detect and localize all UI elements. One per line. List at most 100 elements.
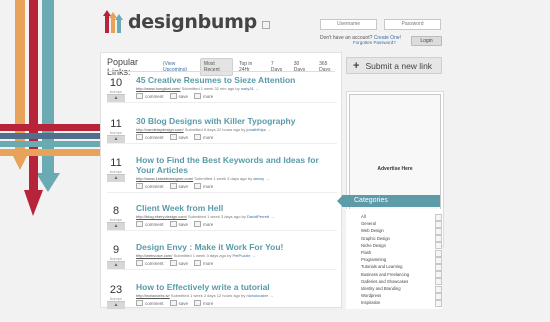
- author-link[interactable]: rusty31: [241, 86, 254, 91]
- save-action[interactable]: save: [169, 300, 188, 306]
- category-checkbox[interactable]: [435, 256, 442, 264]
- submit-link-button[interactable]: + Submit a new link: [346, 57, 442, 74]
- password-input[interactable]: Password: [384, 19, 441, 30]
- comment-label: comment: [145, 300, 164, 306]
- category-item[interactable]: Flash: [361, 250, 371, 255]
- more-label: more: [203, 93, 214, 99]
- save-action[interactable]: save: [169, 260, 188, 266]
- more-label: more: [203, 134, 214, 140]
- site-logo[interactable]: designbump: [103, 9, 270, 35]
- category-checkbox[interactable]: [435, 213, 442, 221]
- category-item[interactable]: Identity and Branding: [361, 286, 401, 291]
- more-action[interactable]: more: [194, 134, 213, 140]
- comment-label: comment: [145, 260, 164, 266]
- forgot-password-link[interactable]: Forgotten Password?: [353, 40, 396, 45]
- save-icon: [169, 221, 177, 227]
- vote-box: 11 bumps ▲: [107, 155, 125, 182]
- link-actions: comment save more: [136, 260, 213, 266]
- link-title[interactable]: 45 Creative Resumes to Sieze Attention: [136, 75, 336, 85]
- category-item[interactable]: Galleries and Showcases: [361, 279, 408, 284]
- category-checkbox[interactable]: [435, 242, 442, 250]
- category-checkbox[interactable]: [435, 220, 442, 228]
- tab-30-days[interactable]: 30 Days: [291, 59, 313, 75]
- save-action[interactable]: save: [169, 183, 188, 189]
- link-title[interactable]: 30 Blog Designs with Killer Typography: [136, 116, 336, 126]
- tab-most-recent[interactable]: Most Recent: [199, 58, 233, 76]
- comment-action[interactable]: comment: [136, 260, 164, 266]
- category-item[interactable]: Niche Design: [361, 243, 386, 248]
- link-actions: comment save more: [136, 300, 213, 306]
- category-checkbox[interactable]: [435, 235, 442, 243]
- comment-action[interactable]: comment: [136, 134, 164, 140]
- bump-button[interactable]: ▲: [107, 135, 125, 143]
- comment-icon: [136, 93, 143, 99]
- tab-top-24hr[interactable]: Top in 24Hr: [236, 59, 265, 75]
- link-actions: comment save more: [136, 183, 213, 189]
- more-action[interactable]: more: [194, 300, 213, 306]
- category-checkbox[interactable]: [435, 285, 442, 293]
- category-item[interactable]: Inspiration: [361, 300, 380, 305]
- category-item[interactable]: Programming: [361, 257, 386, 262]
- tab-7-days[interactable]: 7 Days: [268, 59, 288, 75]
- link-url[interactable]: http://webvoice.com/: [136, 253, 172, 258]
- decorative-ribbon-arrows: [0, 0, 100, 216]
- category-checkbox[interactable]: [435, 263, 442, 271]
- category-checkbox[interactable]: [435, 292, 442, 300]
- bump-button[interactable]: ▲: [107, 301, 125, 309]
- bump-button[interactable]: ▲: [107, 94, 125, 102]
- submitted-text: Submitted 1 week 32 min ago by: [180, 86, 241, 91]
- bump-button[interactable]: ▲: [107, 222, 125, 230]
- comment-action[interactable]: comment: [136, 221, 164, 227]
- link-url[interactable]: http://www.1stwebdesigner.com/: [136, 176, 193, 181]
- comment-action[interactable]: comment: [136, 93, 164, 99]
- submitted-text: Submitted 1 week 2 days 12 hours ago by: [169, 293, 247, 298]
- save-action[interactable]: save: [169, 93, 188, 99]
- link-title[interactable]: How to Effectively write a tutorial: [136, 282, 336, 292]
- item-divider: [107, 143, 337, 144]
- bump-button[interactable]: ▲: [107, 174, 125, 182]
- link-url[interactable]: http://blog.xbery.design.com/: [136, 214, 187, 219]
- category-checkbox[interactable]: [435, 227, 442, 235]
- link-title[interactable]: Client Week from Hell: [136, 203, 336, 213]
- more-action[interactable]: more: [194, 260, 213, 266]
- comment-action[interactable]: comment: [136, 183, 164, 189]
- vote-count: 11: [110, 157, 122, 169]
- bump-button[interactable]: ▲: [107, 261, 125, 269]
- vote-count: 9: [112, 244, 120, 256]
- comment-action[interactable]: comment: [136, 300, 164, 306]
- category-item[interactable]: Web Design: [361, 228, 384, 233]
- link-url[interactable]: http://vandelaydesign.com/: [136, 127, 184, 132]
- author-link[interactable]: nicholouster: [247, 293, 269, 298]
- category-item[interactable]: Tutorials and Learning: [361, 264, 403, 269]
- category-checkbox[interactable]: [435, 249, 442, 257]
- author-link[interactable]: danny: [253, 176, 264, 181]
- category-item[interactable]: All: [361, 214, 366, 219]
- category-item[interactable]: Wordpress: [361, 293, 381, 298]
- author-link[interactable]: PetPuzzle: [233, 253, 251, 258]
- category-checkbox[interactable]: [435, 271, 442, 279]
- tab-365-days[interactable]: 365 Days: [316, 59, 341, 75]
- more-icon: [194, 183, 202, 189]
- link-url[interactable]: http://nobavorks.tv/: [136, 293, 170, 298]
- link-title[interactable]: Design Envy : Make it Work For You!: [136, 242, 336, 252]
- category-checkbox[interactable]: [435, 278, 442, 286]
- popular-links-header: Popular Links: (View Upcoming) Most Rece…: [107, 57, 341, 77]
- link-meta: http://nobavorks.tv/ Submitted 1 week 2 …: [136, 293, 273, 298]
- author-link[interactable]: DavidPerrett: [247, 214, 269, 219]
- more-action[interactable]: more: [194, 183, 213, 189]
- save-label: save: [178, 134, 189, 140]
- author-link[interactable]: jonathfhlps: [247, 127, 266, 132]
- save-action[interactable]: save: [169, 221, 188, 227]
- category-item[interactable]: Business and Freelancing: [361, 272, 409, 277]
- username-input[interactable]: Username: [320, 19, 377, 30]
- link-actions: comment save more: [136, 134, 213, 140]
- save-action[interactable]: save: [169, 134, 189, 140]
- link-url[interactable]: http://www.hongkiat.com/: [136, 86, 180, 91]
- more-action[interactable]: more: [194, 221, 213, 227]
- link-title[interactable]: How to Find the Best Keywords and Ideas …: [136, 155, 336, 175]
- more-action[interactable]: more: [194, 93, 213, 99]
- login-button[interactable]: Login: [411, 36, 442, 46]
- category-item[interactable]: General: [361, 221, 376, 226]
- more-icon: [194, 260, 202, 266]
- category-item[interactable]: Graphic Design: [361, 236, 390, 241]
